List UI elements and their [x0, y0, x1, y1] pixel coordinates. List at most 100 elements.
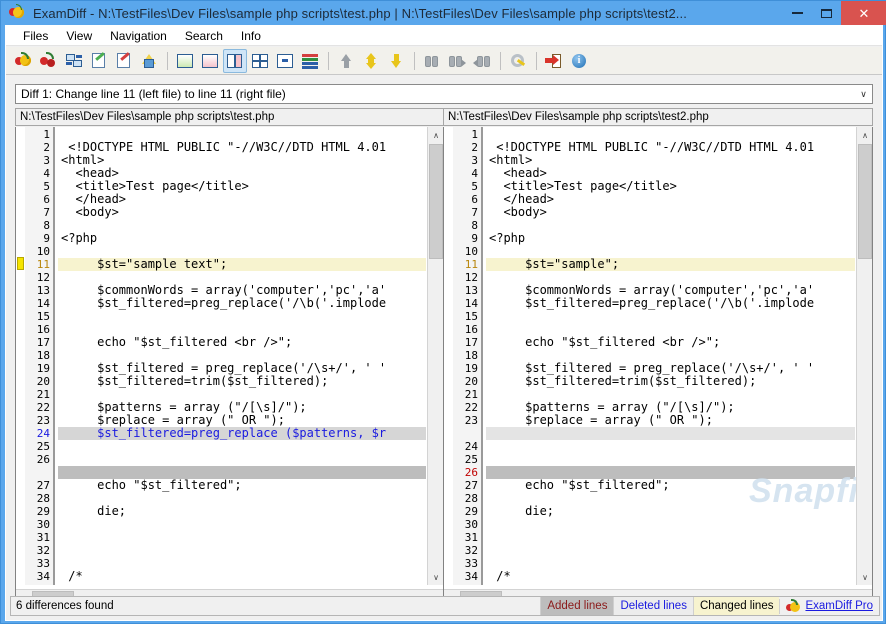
view-side-by-side-icon	[226, 52, 244, 70]
code-line[interactable]	[58, 310, 426, 323]
left-vscroll-thumb[interactable]	[429, 144, 443, 259]
line-number: 24	[464, 440, 478, 453]
line-number: 33	[464, 557, 478, 570]
code-line[interactable]	[58, 531, 426, 544]
about-button[interactable]: i	[567, 49, 591, 73]
code-line[interactable]: <body>	[58, 206, 426, 219]
code-line[interactable]: $st="sample";	[486, 258, 855, 271]
save-button[interactable]	[137, 49, 161, 73]
left-vertical-scrollbar[interactable]: ∧ ∨	[427, 127, 443, 585]
menu-item-info[interactable]: Info	[232, 27, 270, 45]
compare-files-button[interactable]	[12, 49, 36, 73]
right-vertical-scrollbar[interactable]: ∧ ∨	[856, 127, 872, 585]
view-horizontal-split-button[interactable]	[273, 49, 297, 73]
code-line[interactable]: echo "$st_filtered";	[486, 479, 855, 492]
code-line[interactable]: /*	[486, 570, 855, 583]
change-marker[interactable]	[17, 257, 24, 270]
compare-directories-button[interactable]	[37, 49, 61, 73]
first-difference-icon	[337, 52, 355, 70]
code-line[interactable]: /*	[58, 570, 426, 583]
code-line[interactable]: <?php	[486, 232, 855, 245]
code-line[interactable]	[486, 440, 855, 453]
line-number: 10	[464, 245, 478, 258]
line-number: 32	[464, 544, 478, 557]
code-line[interactable]	[486, 557, 855, 570]
examdiff-pro-link[interactable]: ExamDiff Pro	[805, 600, 873, 612]
minimize-button[interactable]	[783, 1, 812, 25]
previous-difference-button[interactable]	[384, 49, 408, 73]
right-scroll-up-button[interactable]: ∧	[857, 127, 872, 143]
maximize-icon	[821, 8, 832, 18]
legend-changed-lines: Changed lines	[692, 597, 780, 615]
code-line[interactable]: $st_filtered=preg_replace('/\b('.implode	[486, 297, 855, 310]
right-scroll-down-button[interactable]: ∨	[857, 569, 872, 585]
view-right-only-button[interactable]	[198, 49, 222, 73]
code-line[interactable]	[58, 440, 426, 453]
right-change-marker-gutter[interactable]	[444, 127, 453, 585]
next-difference-button[interactable]	[359, 49, 383, 73]
line-number: 27	[464, 479, 478, 492]
menu-item-navigation[interactable]: Navigation	[101, 27, 176, 45]
code-line[interactable]	[486, 518, 855, 531]
code-line[interactable]: die;	[486, 505, 855, 518]
code-line[interactable]: $replace = array (" OR ");	[486, 414, 855, 427]
code-line[interactable]: echo "$st_filtered";	[58, 479, 426, 492]
code-line[interactable]: <?php	[58, 232, 426, 245]
code-line[interactable]: die;	[58, 505, 426, 518]
chevron-down-icon[interactable]: ∨	[855, 85, 872, 103]
code-line[interactable]: $st_filtered=preg_replace('/\b('.implode	[58, 297, 426, 310]
left-change-marker-gutter[interactable]	[16, 127, 25, 585]
code-line[interactable]	[58, 557, 426, 570]
view-side-by-side-button[interactable]	[223, 48, 247, 73]
code-line[interactable]	[58, 219, 426, 232]
recompare-button[interactable]	[62, 49, 86, 73]
code-line[interactable]	[58, 518, 426, 531]
options-button[interactable]	[506, 49, 530, 73]
view-stacked-button[interactable]	[298, 49, 322, 73]
left-scroll-up-button[interactable]: ∧	[428, 127, 443, 143]
menu-item-view[interactable]: View	[57, 27, 101, 45]
exit-button[interactable]	[542, 49, 566, 73]
menu-item-search[interactable]: Search	[176, 27, 232, 45]
code-line[interactable]: $st_filtered=trim($st_filtered);	[58, 375, 426, 388]
first-difference-button[interactable]	[334, 49, 358, 73]
code-line[interactable]: <body>	[486, 206, 855, 219]
code-line[interactable]	[486, 427, 855, 440]
code-line[interactable]	[58, 544, 426, 557]
code-line[interactable]: echo "$st_filtered <br />";	[58, 336, 426, 349]
right-code-text[interactable]: <!DOCTYPE HTML PUBLIC "-//W3C//DTD HTML …	[486, 127, 855, 586]
code-line[interactable]: $st_filtered=trim($st_filtered);	[486, 375, 855, 388]
code-line[interactable]	[486, 310, 855, 323]
view-grid-icon	[251, 52, 269, 70]
code-line[interactable]	[486, 531, 855, 544]
code-line[interactable]	[486, 219, 855, 232]
view-left-only-button[interactable]	[173, 49, 197, 73]
view-grid-button[interactable]	[248, 49, 272, 73]
close-button[interactable]: ✕	[841, 1, 886, 25]
code-line[interactable]	[486, 453, 855, 466]
code-line[interactable]	[486, 544, 855, 557]
code-line[interactable]: echo "$st_filtered <br />";	[486, 336, 855, 349]
right-vscroll-thumb[interactable]	[858, 144, 872, 259]
find-next-button[interactable]	[445, 49, 469, 73]
brand-link-cell[interactable]: ExamDiff Pro	[779, 598, 879, 614]
code-line[interactable]: $st="sample text";	[58, 258, 426, 271]
options-icon	[509, 52, 527, 70]
maximize-button[interactable]	[812, 1, 841, 25]
line-number	[25, 466, 53, 479]
edit-left-file-button[interactable]	[87, 49, 111, 73]
line-number: 24	[36, 427, 50, 440]
code-line[interactable]: <!DOCTYPE HTML PUBLIC "-//W3C//DTD HTML …	[58, 141, 426, 154]
left-scroll-down-button[interactable]: ∨	[428, 569, 443, 585]
code-line[interactable]: <!DOCTYPE HTML PUBLIC "-//W3C//DTD HTML …	[486, 141, 855, 154]
code-line[interactable]	[58, 453, 426, 466]
toolbar-separator	[167, 51, 168, 70]
edit-right-file-button[interactable]	[112, 49, 136, 73]
menu-item-files[interactable]: Files	[14, 27, 57, 45]
diff-selector[interactable]: Diff 1: Change line 11 (left file) to li…	[15, 84, 873, 104]
code-line[interactable]: $st_filtered=preg_replace ($patterns, $r	[58, 427, 426, 440]
find-previous-button[interactable]	[470, 49, 494, 73]
left-code-text[interactable]: <!DOCTYPE HTML PUBLIC "-//W3C//DTD HTML …	[58, 127, 426, 586]
find-button[interactable]	[420, 49, 444, 73]
toolbar: i	[6, 47, 882, 75]
